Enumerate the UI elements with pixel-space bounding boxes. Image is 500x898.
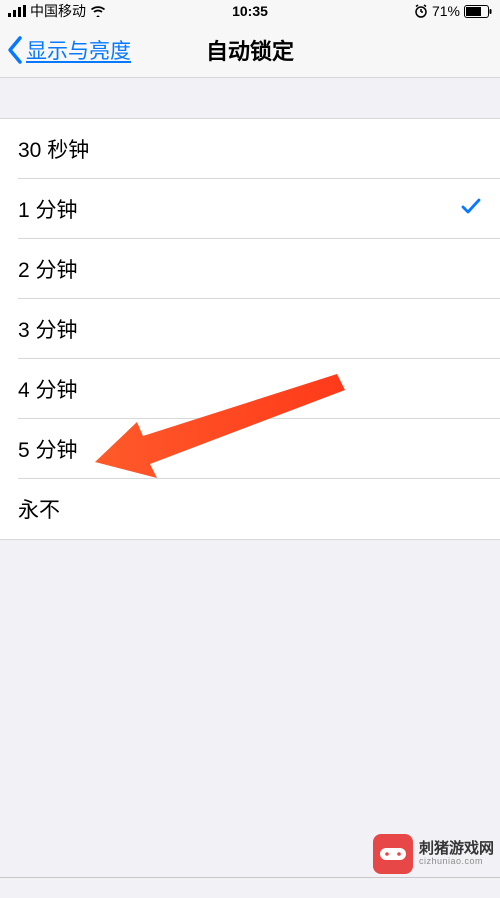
back-label: 显示与亮度 [26, 35, 131, 65]
option-label: 3 分钟 [18, 314, 78, 344]
signal-icon [8, 5, 26, 17]
spacer [0, 78, 500, 118]
battery-icon [464, 5, 492, 18]
watermark-text: 刺猪游戏网 cizhuniao.com [419, 841, 494, 867]
option-label: 1 分钟 [18, 194, 78, 224]
alarm-icon [414, 4, 428, 18]
option-label: 30 秒钟 [18, 134, 89, 164]
option-label: 5 分钟 [18, 434, 78, 464]
option-label: 永不 [18, 494, 60, 524]
status-left: 中国移动 [8, 1, 106, 21]
check-icon [460, 195, 482, 223]
nav-bar: 显示与亮度 自动锁定 [0, 22, 500, 78]
option-30s[interactable]: 30 秒钟 [0, 119, 500, 179]
chevron-left-icon [6, 35, 24, 65]
wifi-icon [90, 5, 106, 17]
option-2min[interactable]: 2 分钟 [0, 239, 500, 299]
option-3min[interactable]: 3 分钟 [0, 299, 500, 359]
page-title: 自动锁定 [206, 34, 294, 66]
status-time: 10:35 [232, 3, 268, 19]
option-label: 4 分钟 [18, 374, 78, 404]
watermark-main: 刺猪游戏网 [419, 841, 494, 858]
option-1min[interactable]: 1 分钟 [0, 179, 500, 239]
status-bar: 中国移动 10:35 71% [0, 0, 500, 22]
watermark-sub: cizhuniao.com [419, 857, 494, 867]
options-list: 30 秒钟 1 分钟 2 分钟 3 分钟 4 分钟 5 分钟 永不 [0, 118, 500, 540]
status-right: 71% [414, 3, 492, 19]
back-button[interactable]: 显示与亮度 [0, 35, 131, 65]
option-5min[interactable]: 5 分钟 [0, 419, 500, 479]
watermark: 刺猪游戏网 cizhuniao.com [373, 834, 494, 874]
divider [0, 877, 500, 878]
gamepad-icon [373, 834, 413, 874]
option-label: 2 分钟 [18, 254, 78, 284]
option-never[interactable]: 永不 [0, 479, 500, 539]
battery-percent: 71% [432, 3, 460, 19]
carrier-label: 中国移动 [30, 1, 86, 21]
option-4min[interactable]: 4 分钟 [0, 359, 500, 419]
